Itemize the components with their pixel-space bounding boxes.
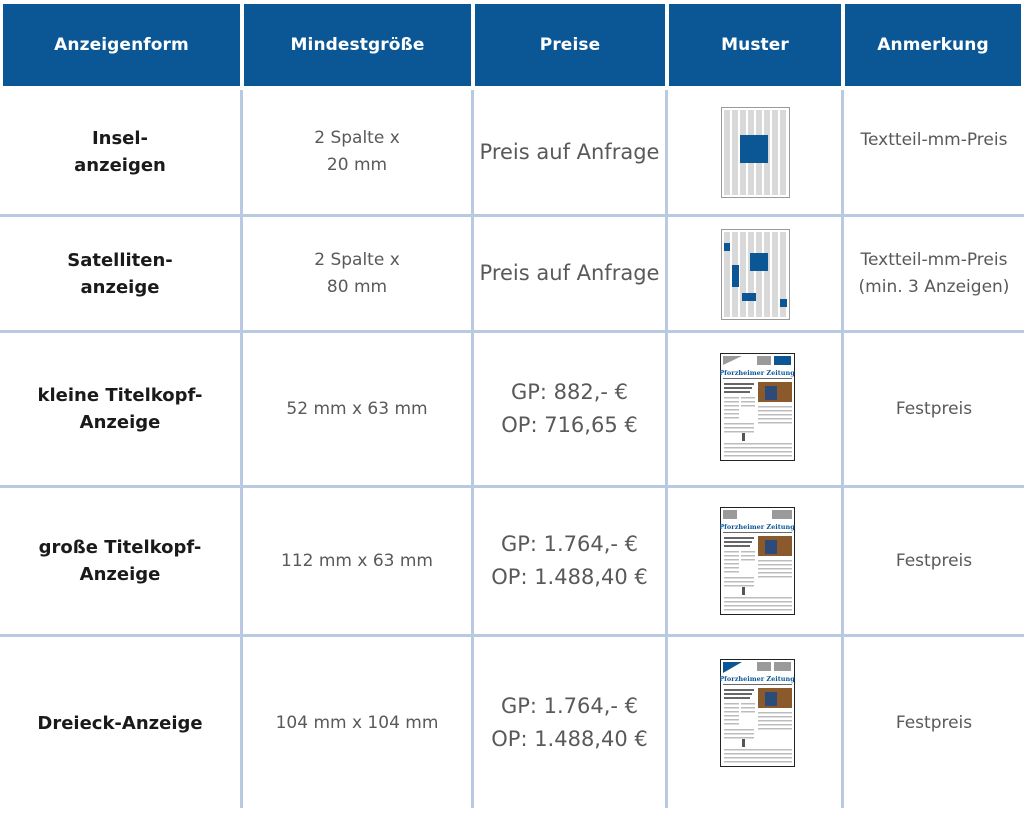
newspaper-masthead: Pforzheimer Zeitung [720, 675, 795, 683]
row2-size: 2 Spalte x 80 mm [314, 249, 400, 297]
row2-price: Preis auf Anfrage [479, 261, 660, 285]
row1-size: 2 Spalte x 20 mm [314, 128, 400, 175]
header-anzeigenform: Anzeigenform [3, 4, 240, 86]
newspaper-small-header-ad-icon: Pforzheimer Zeitung [720, 353, 795, 461]
header-anmerkung: Anmerkung [845, 4, 1021, 86]
header-preise: Preise [475, 4, 665, 86]
row3-note: Festpreis [895, 398, 973, 419]
row1-note: Textteil-mm-Preis [860, 129, 1008, 150]
row3-price: GP: 882,- € OP: 716,65 € [501, 380, 638, 437]
ad-formats-table: Anzeigenform Mindestgröße Preise Muster … [0, 0, 1024, 813]
header-muster: Muster [669, 4, 841, 86]
row4-note: Festpreis [895, 550, 973, 571]
newspaper-masthead: Pforzheimer Zeitung [720, 523, 795, 531]
row5-size: 104 mm x 104 mm [275, 712, 439, 733]
header-mindestgroesse: Mindestgröße [244, 4, 471, 86]
column-divider [665, 90, 668, 808]
satellite-ad-diagram-icon [721, 229, 790, 320]
row3-size: 52 mm x 63 mm [286, 398, 428, 419]
row4-size: 112 mm x 63 mm [281, 550, 433, 571]
row5-note: Festpreis [895, 712, 973, 733]
row4-form: große Titelkopf- Anzeige [38, 537, 202, 585]
newspaper-triangle-ad-icon: Pforzheimer Zeitung [720, 659, 795, 767]
row3-form: kleine Titelkopf- Anzeige [37, 385, 203, 433]
row1-price: Preis auf Anfrage [479, 139, 660, 164]
row2-form: Satelliten- anzeige [67, 249, 173, 298]
row2-note: Textteil-mm-Preis (min. 3 Anzeigen) [858, 249, 1010, 297]
newspaper-masthead: Pforzheimer Zeitung [720, 369, 795, 377]
row5-price: GP: 1.764,- € OP: 1.488,40 € [491, 694, 648, 751]
insel-ad-diagram-icon [721, 107, 790, 198]
newspaper-large-header-ad-icon: Pforzheimer Zeitung [720, 507, 795, 615]
row1-form: Insel- anzeigen [74, 128, 166, 176]
row4-price: GP: 1.764,- € OP: 1.488,40 € [491, 532, 648, 589]
row5-form: Dreieck-Anzeige [37, 712, 203, 734]
